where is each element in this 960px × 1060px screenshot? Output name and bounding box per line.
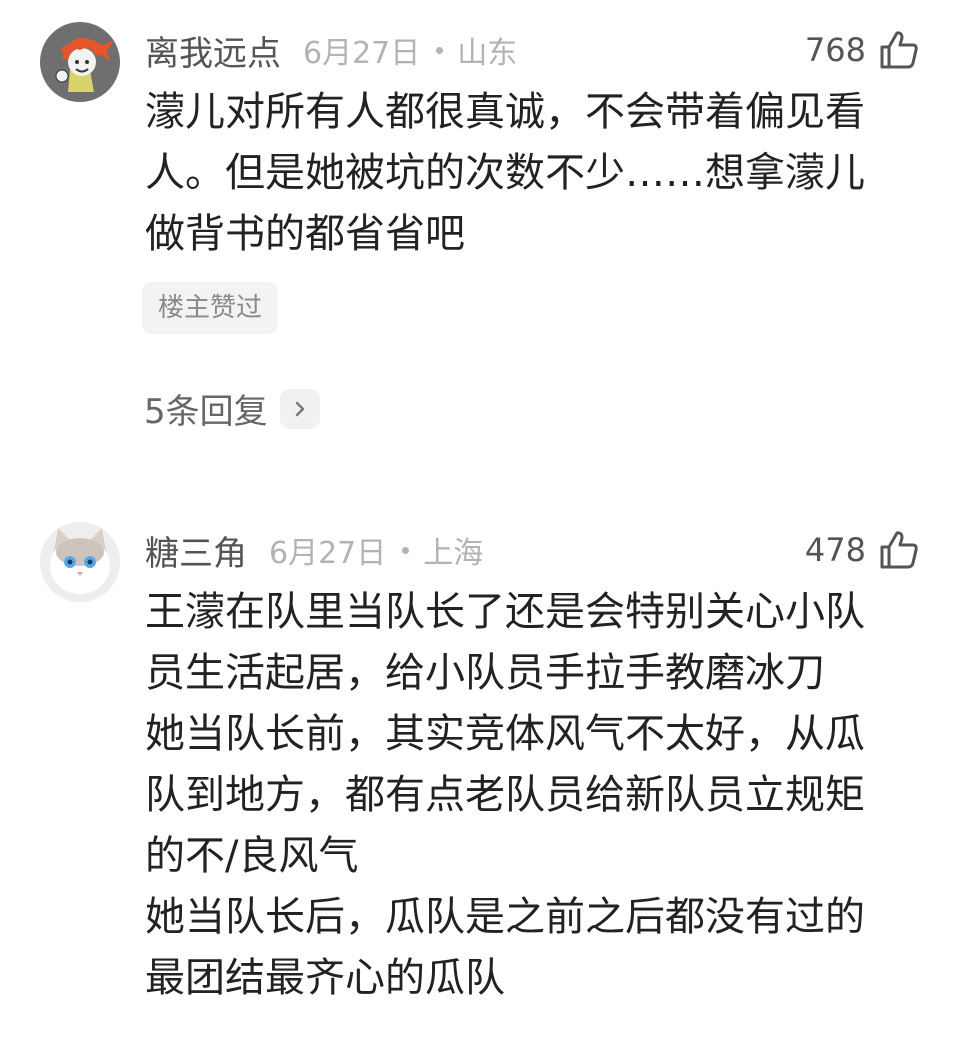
thumbs-up-icon: [880, 31, 918, 69]
comment-text-line: 最团结最齐心的瓜队: [145, 955, 505, 1001]
comment-content: 王濛在队里当队长了还是会特别关心小队 员生活起居，给小队员手拉手教磨冰刀 她当队…: [145, 582, 920, 1009]
comment-text-line: 人。但是她被坑的次数不少……想拿濛儿: [145, 150, 865, 196]
comment-date: 6月27日: [269, 536, 387, 571]
replies-count: 5条回复: [144, 392, 268, 432]
comment-meta: 6月27日 山东: [303, 28, 517, 72]
comment-text-line: 员生活起居，给小队员手拉手教磨冰刀: [145, 650, 825, 696]
comment-text-line: 她当队长后，瓜队是之前之后都没有过的: [145, 894, 865, 940]
comment-date: 6月27日: [303, 36, 421, 71]
cat-avatar-icon: [40, 522, 120, 602]
username[interactable]: 糖三角: [145, 526, 247, 575]
separator-dot: [436, 46, 444, 54]
like-button[interactable]: 478: [805, 529, 920, 571]
comment-content: 濛儿对所有人都很真诚，不会带着偏见看 人。但是她被坑的次数不少……想拿濛儿 做背…: [145, 82, 920, 265]
like-count: 768: [804, 31, 866, 69]
separator-dot: [402, 546, 410, 554]
comment-text-line: 的不/良风气: [145, 833, 359, 879]
comment-text-line: 她当队长前，其实竞体风气不太好，从瓜: [145, 711, 865, 757]
comment-text-line: 做背书的都省省吧: [145, 211, 465, 257]
user-avatar[interactable]: [40, 22, 120, 102]
cartoon-avatar-icon: [40, 22, 120, 102]
comment-meta: 6月27日 上海: [269, 528, 483, 572]
comment-text-line: 王濛在队里当队长了还是会特别关心小队: [145, 589, 865, 635]
comment-location: 上海: [423, 536, 484, 571]
author-liked-badge: 楼主赞过: [142, 282, 279, 334]
like-count: 478: [804, 531, 866, 569]
comment-text-line: 濛儿对所有人都很真诚，不会带着偏见看: [145, 89, 865, 135]
chevron-right-icon: [279, 388, 320, 429]
comment-location: 山东: [457, 36, 518, 71]
comment-header: 离我远点 6月27日 山东 768: [145, 26, 920, 74]
thumbs-up-icon: [880, 531, 918, 569]
comment-header: 糖三角 6月27日 上海 478: [145, 526, 920, 574]
like-button[interactable]: 768: [805, 29, 920, 71]
user-avatar[interactable]: [40, 522, 120, 602]
view-replies-button[interactable]: 5条回复: [144, 384, 320, 433]
comment-text-line: 队到地方，都有点老队员给新队员立规矩: [145, 772, 865, 818]
username[interactable]: 离我远点: [145, 26, 281, 75]
